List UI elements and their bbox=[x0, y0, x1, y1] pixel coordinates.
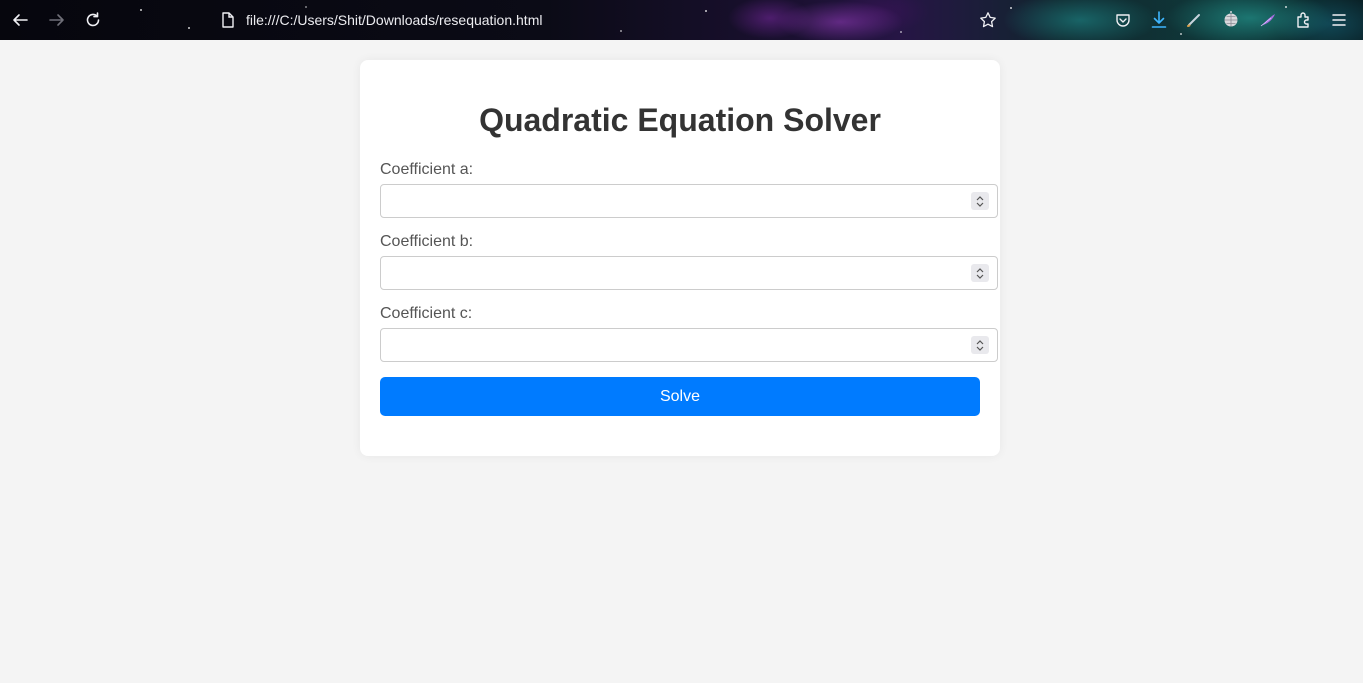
download-icon[interactable] bbox=[1147, 8, 1171, 32]
extension-globe-icon[interactable] bbox=[1219, 8, 1243, 32]
url-bar-text[interactable]: file:///C:/Users/Shit/Downloads/resequat… bbox=[246, 12, 542, 28]
back-icon[interactable] bbox=[8, 8, 32, 32]
coefficient-a-field[interactable] bbox=[380, 184, 998, 218]
reload-icon[interactable] bbox=[81, 8, 105, 32]
coefficient-b-field[interactable] bbox=[380, 256, 998, 290]
page-title: Quadratic Equation Solver bbox=[479, 102, 881, 138]
number-spinner-icon[interactable] bbox=[971, 264, 989, 282]
page-icon bbox=[216, 8, 240, 32]
number-spinner-icon[interactable] bbox=[971, 336, 989, 354]
coefficient-a-label: Coefficient a: bbox=[380, 161, 474, 178]
extension-pen-icon[interactable] bbox=[1182, 8, 1206, 32]
coefficient-c-input[interactable] bbox=[389, 335, 959, 355]
coefficient-b-label: Coefficient b: bbox=[380, 233, 474, 250]
menu-icon[interactable] bbox=[1327, 8, 1351, 32]
browser-toolbar: file:///C:/Users/Shit/Downloads/resequat… bbox=[0, 0, 1363, 40]
coefficient-a-input[interactable] bbox=[389, 191, 959, 211]
forward-icon[interactable] bbox=[45, 8, 69, 32]
pocket-icon[interactable] bbox=[1111, 8, 1135, 32]
coefficient-c-label: Coefficient c: bbox=[380, 305, 473, 322]
extension-feather-icon[interactable] bbox=[1256, 8, 1280, 32]
number-spinner-icon[interactable] bbox=[971, 192, 989, 210]
coefficient-c-field[interactable] bbox=[380, 328, 998, 362]
solve-button[interactable]: Solve bbox=[380, 377, 980, 416]
coefficient-b-input[interactable] bbox=[389, 263, 959, 283]
extensions-puzzle-icon[interactable] bbox=[1292, 8, 1316, 32]
bookmark-star-icon[interactable] bbox=[976, 8, 1000, 32]
title-container: Quadratic Equation Solver bbox=[360, 100, 1000, 140]
